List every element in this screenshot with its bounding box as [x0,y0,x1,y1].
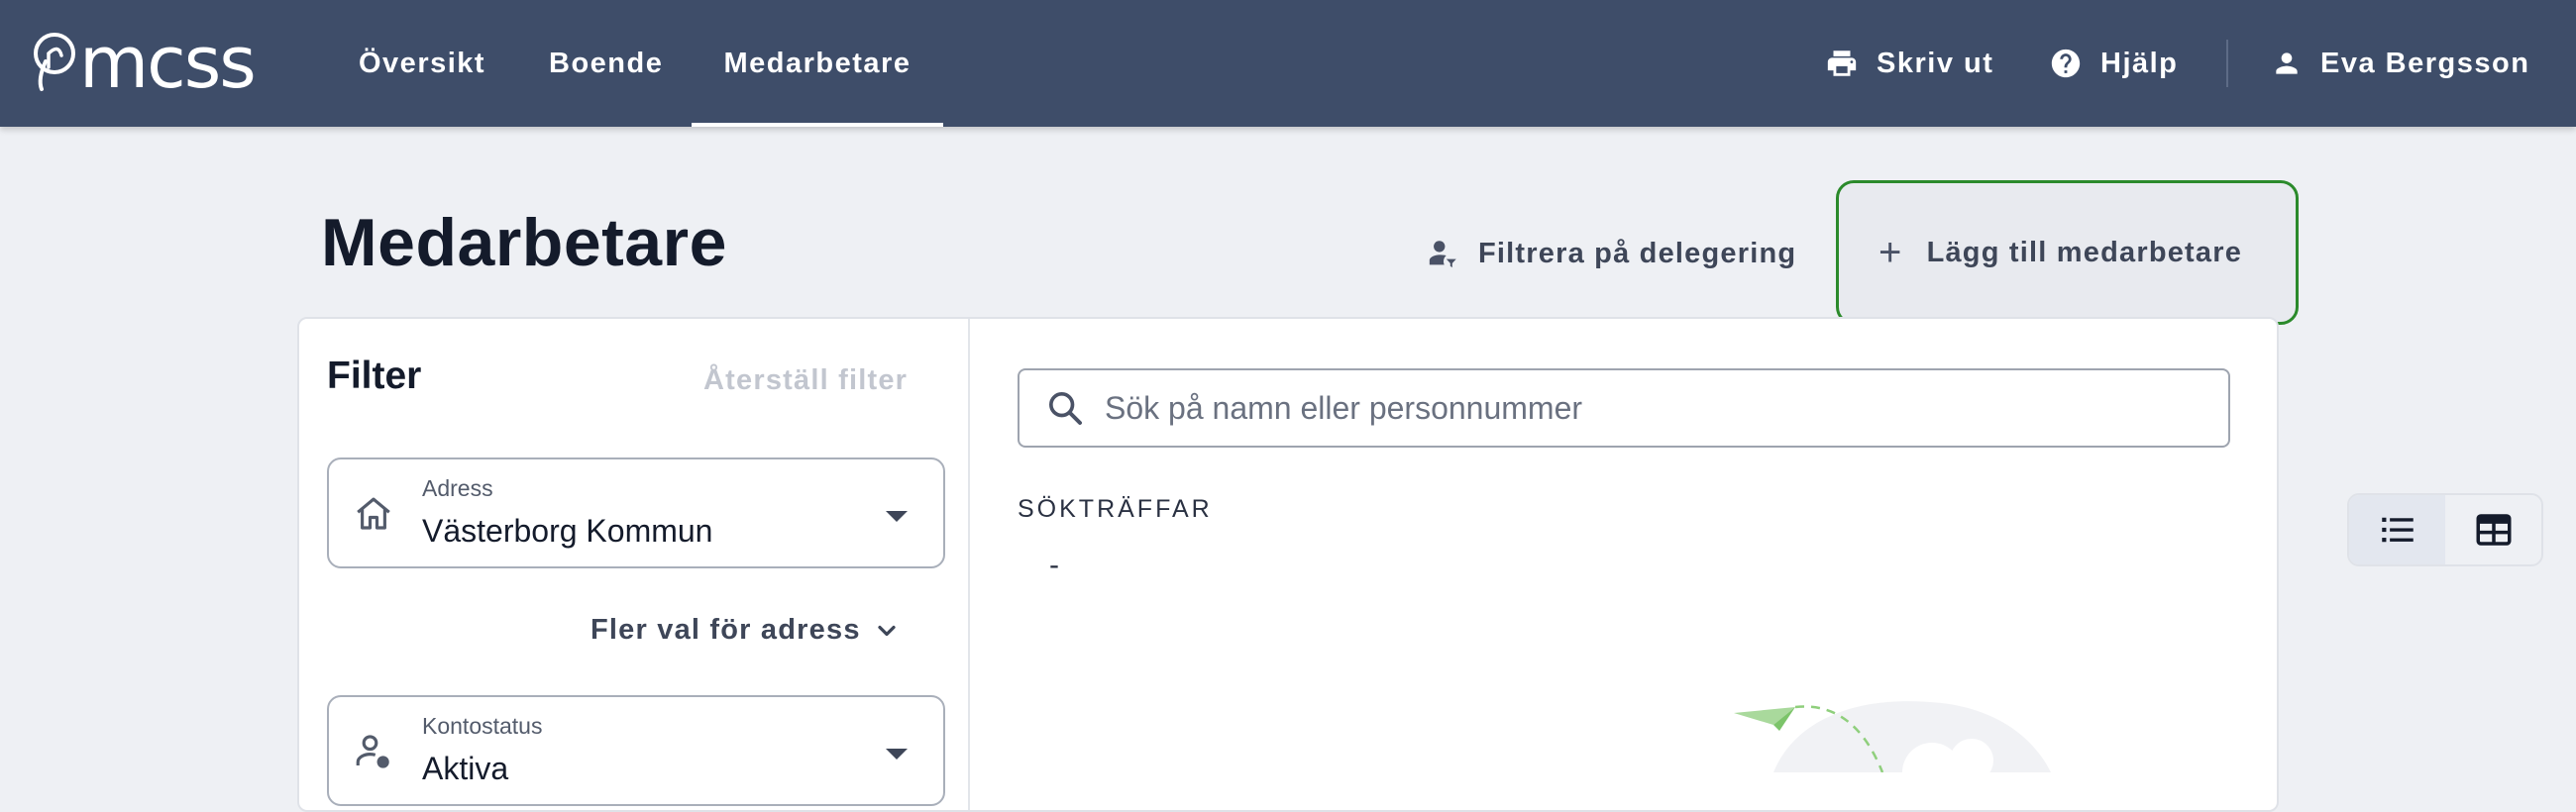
filter-panel: Filter Återställ filter Adress Västerbor… [299,319,970,810]
nav-medarbetare[interactable]: Medarbetare [692,0,943,127]
add-employee-label: Lägg till medarbetare [1926,236,2243,268]
more-address-label: Fler val för adress [590,614,861,646]
page-title: Medarbetare [321,205,727,280]
person-status-icon [353,731,394,777]
chevron-down-icon [878,625,896,636]
account-status-label: Kontostatus [422,713,543,739]
table-view-button[interactable] [2445,495,2541,564]
paper-plane-illustration [1734,701,2051,772]
top-navigation-bar: mcss Översikt Boende Medarbetare Skriv u… [0,0,2576,127]
help-icon [2051,49,2081,78]
view-mode-toggle [2347,493,2543,566]
home-icon [353,493,394,540]
account-status-select[interactable]: Kontostatus Aktiva [327,695,945,806]
printer-icon [1827,51,1857,76]
user-menu-button[interactable]: Eva Bergsson [2271,0,2529,127]
results-panel: SÖKTRÄFFAR - [970,319,2543,810]
mcss-logo[interactable]: mcss [32,21,257,104]
nav-oversikt[interactable]: Översikt [359,0,485,127]
reset-filter-button[interactable]: Återställ filter [703,364,908,397]
address-select[interactable]: Adress Västerborg Kommun [327,457,945,568]
table-icon [2476,514,2511,546]
filter-delegation-label: Filtrera på delegering [1478,237,1797,269]
person-filter-icon [1429,241,1456,268]
search-hits-value: - [1049,549,1059,581]
print-label: Skriv ut [1877,47,1994,79]
search-input[interactable] [1105,389,2195,427]
topbar-divider [2226,40,2228,87]
help-label: Hjälp [2100,47,2179,79]
more-address-options-button[interactable]: Fler val för adress [590,614,901,647]
user-name: Eva Bergsson [2320,47,2530,79]
search-hits-label: SÖKTRÄFFAR [1018,495,1213,523]
logo-text: mcss [79,21,257,104]
add-employee-button[interactable]: + Lägg till medarbetare [1836,180,2299,325]
plus-icon: + [1878,230,1903,274]
logo-bubble-icon [34,33,75,91]
search-icon [1049,392,1082,425]
filter-delegation-button[interactable]: Filtrera på delegering [1427,234,1796,273]
nav-boende[interactable]: Boende [549,0,663,127]
dropdown-arrow-icon [886,749,908,760]
list-icon [2381,517,2414,543]
address-label: Adress [422,475,493,501]
dropdown-arrow-icon [886,511,908,522]
filter-title: Filter [327,355,422,397]
help-button[interactable]: Hjälp [2049,0,2178,127]
person-icon [2276,52,2298,74]
address-value: Västerborg Kommun [422,513,713,549]
print-button[interactable]: Skriv ut [1825,0,1993,127]
search-field[interactable] [1018,368,2230,448]
list-view-button[interactable] [2349,495,2445,564]
